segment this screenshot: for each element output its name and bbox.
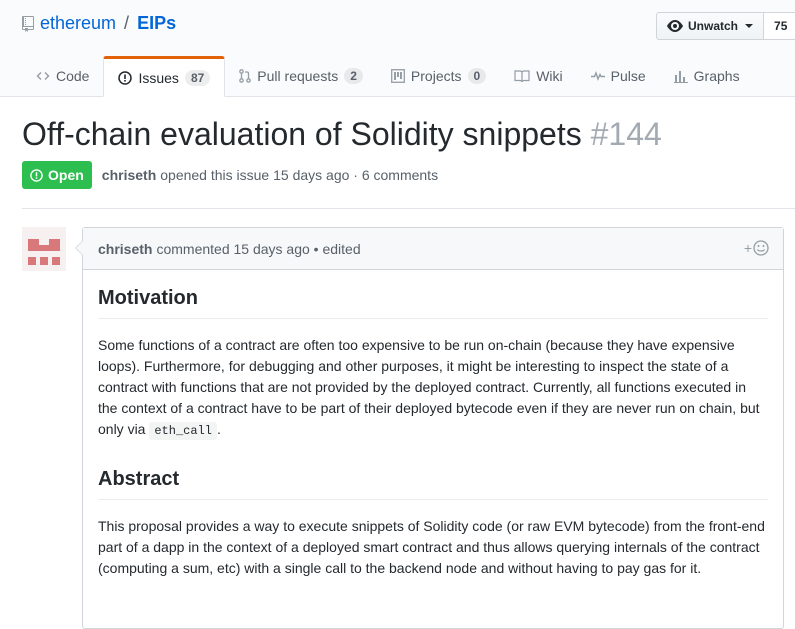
repo-icon	[22, 15, 34, 32]
issue-number: #144	[590, 116, 662, 152]
discussion-divider	[22, 208, 795, 209]
issues-counter: 87	[184, 69, 211, 86]
watch-control: Unwatch 75	[656, 12, 795, 40]
paragraph-motivation-end: .	[216, 421, 221, 437]
project-icon	[390, 69, 405, 83]
avatar[interactable]	[22, 227, 66, 271]
issue-state-badge: Open	[22, 161, 92, 189]
tab-projects[interactable]: Projects 0	[377, 56, 500, 96]
paragraph-motivation: Some functions of a contract are often t…	[98, 335, 768, 442]
issue-author-link[interactable]: chriseth	[102, 167, 156, 183]
unwatch-button[interactable]: Unwatch	[656, 12, 765, 40]
projects-counter: 0	[467, 68, 487, 84]
pulse-icon	[590, 71, 605, 81]
eye-icon	[667, 20, 683, 32]
comment-header: chriseth commented 15 days ago • edited …	[83, 228, 783, 270]
paragraph-abstract: This proposal provides a way to execute …	[98, 518, 765, 576]
repo-header: ethereum / EIPs Unwatch 75 Code Issues 8…	[0, 0, 795, 97]
code-icon	[36, 72, 50, 80]
issue-meta-text: opened this issue 15 days ago · 6 commen…	[160, 167, 439, 183]
unwatch-label: Unwatch	[688, 19, 739, 33]
tab-code-label: Code	[56, 68, 90, 84]
tab-wiki[interactable]: Wiki	[500, 56, 576, 96]
repo-separator: /	[124, 13, 130, 33]
tab-issues-label: Issues	[138, 69, 179, 86]
repo-owner-link[interactable]: ethereum	[40, 13, 116, 34]
book-icon	[514, 69, 530, 82]
comment-meta: commented 15 days ago • edited	[156, 240, 361, 257]
add-reaction-button[interactable]: +	[744, 240, 769, 256]
issue-title-text: Off-chain evaluation of Solidity snippet…	[22, 116, 582, 152]
issue-meta: Open chriseth opened this issue 15 days …	[22, 161, 438, 189]
repo-nav: Code Issues 87 Pull requests 2 Projects …	[22, 56, 754, 97]
tab-pulse[interactable]: Pulse	[577, 56, 660, 96]
repo-name-link[interactable]: EIPs	[137, 13, 176, 34]
pull-requests-counter: 2	[344, 68, 363, 84]
comment-author-link[interactable]: chriseth	[98, 241, 152, 257]
tab-issues[interactable]: Issues 87	[103, 56, 226, 97]
plus-label: +	[743, 240, 752, 256]
tab-graphs[interactable]: Graphs	[660, 56, 754, 96]
graph-icon	[673, 71, 688, 83]
watchers-count[interactable]: 75	[764, 12, 795, 40]
heading-motivation: Motivation	[98, 287, 768, 319]
git-pull-request-icon	[239, 69, 252, 83]
avatar-identicon	[28, 239, 60, 265]
tab-graphs-label: Graphs	[693, 68, 740, 84]
heading-abstract: Abstract	[98, 468, 768, 500]
tab-pull-requests[interactable]: Pull requests 2	[225, 56, 377, 96]
tab-pull-requests-label: Pull requests	[257, 68, 339, 84]
comment-body: Motivation Some functions of a contract …	[83, 287, 783, 579]
tab-code[interactable]: Code	[22, 56, 103, 96]
comment: chriseth commented 15 days ago • edited …	[75, 227, 784, 629]
repo-title: ethereum / EIPs	[22, 13, 176, 34]
tab-wiki-label: Wiki	[536, 68, 563, 84]
tab-projects-label: Projects	[410, 68, 462, 84]
issue-opened-icon	[30, 168, 43, 182]
inline-code: eth_call	[149, 422, 217, 440]
tab-pulse-label: Pulse	[610, 68, 646, 84]
issue-state-label: Open	[48, 167, 84, 183]
issue-opened-icon	[118, 70, 133, 85]
issue-title: Off-chain evaluation of Solidity snippet…	[22, 116, 662, 153]
smiley-icon	[753, 240, 769, 256]
caret-down-icon	[745, 24, 754, 28]
